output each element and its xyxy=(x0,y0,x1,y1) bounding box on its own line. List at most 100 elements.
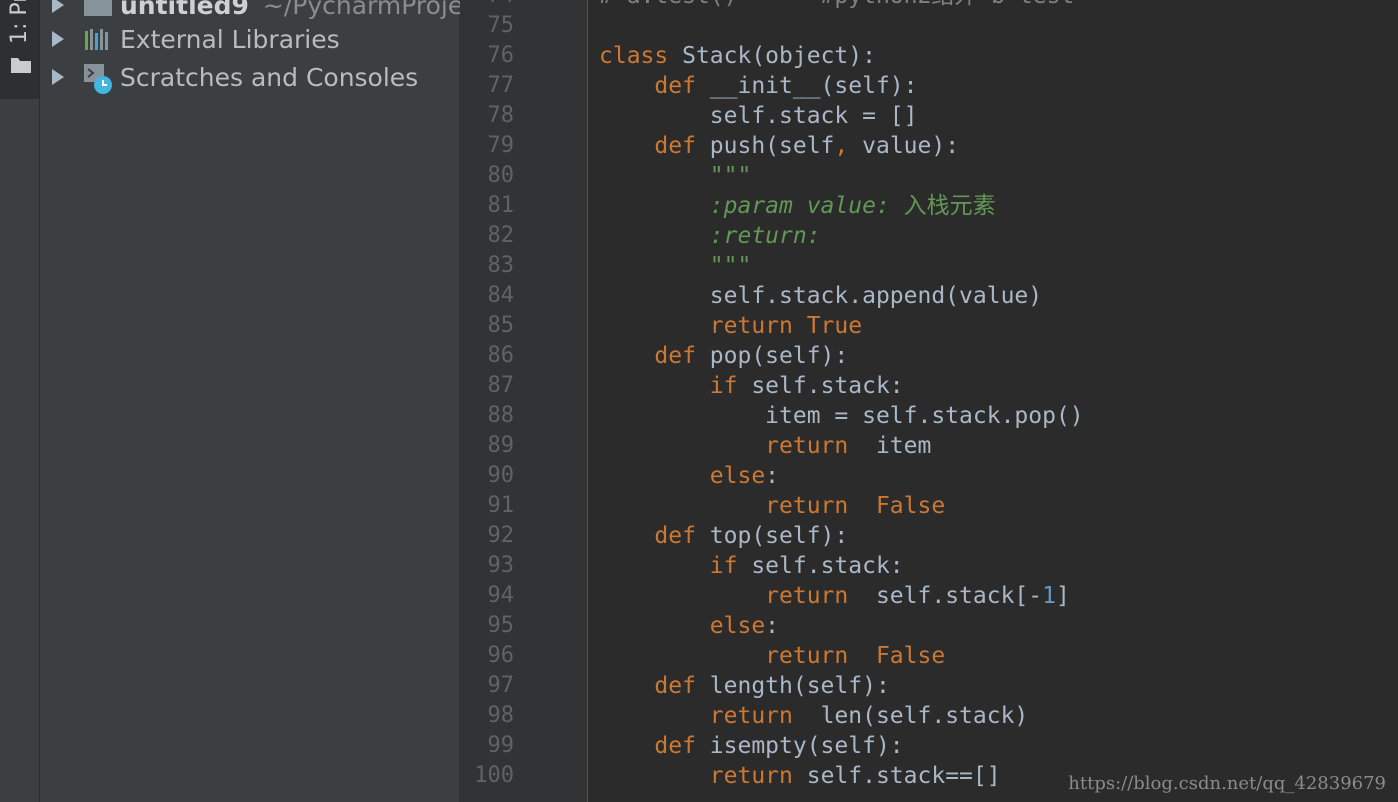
line-number: 86 xyxy=(487,343,515,368)
line-number: 99 xyxy=(487,733,515,758)
tool-window-stripe: 1: Pr xyxy=(0,0,40,802)
code-token: return xyxy=(765,583,849,609)
code-line: return len(self.stack) xyxy=(599,701,1029,731)
folder-icon xyxy=(84,0,112,18)
code-token: self.stack[- xyxy=(848,583,1043,609)
code-line: return self.stack==[] xyxy=(599,761,1001,791)
code-token: value): xyxy=(848,133,960,159)
code-line: return False xyxy=(599,491,945,521)
line-number: 93 xyxy=(487,553,515,578)
line-number: 83 xyxy=(487,253,515,278)
code-token: item = self.stack.pop() xyxy=(599,403,1084,429)
project-tool-tab[interactable]: 1: Pr xyxy=(0,0,39,99)
code-token: return xyxy=(709,703,793,729)
code-line: return item xyxy=(599,431,931,461)
code-token: else xyxy=(709,613,766,639)
project-tool-tab-label: 1: Pr xyxy=(7,0,32,44)
line-number: 100 xyxy=(474,763,514,788)
code-token: : xyxy=(765,463,780,489)
line-number: 97 xyxy=(487,673,515,698)
line-number: 77 xyxy=(487,73,515,98)
code-line: """ xyxy=(599,251,752,281)
code-token: :return: xyxy=(709,223,821,249)
tree-item-scratches[interactable]: Scratches and Consoles xyxy=(40,58,460,96)
code-line: def length(self): xyxy=(599,671,889,701)
line-number: 84 xyxy=(487,283,515,308)
code-token: self.stack: xyxy=(737,373,904,399)
code-line: def pop(self): xyxy=(599,341,848,371)
code-line: return False xyxy=(599,641,945,671)
line-number: 98 xyxy=(487,703,515,728)
line-number: 91 xyxy=(487,493,515,518)
line-number: 85 xyxy=(487,313,515,338)
line-number: 78 xyxy=(487,103,515,128)
code-line: else: xyxy=(599,611,779,641)
code-token: return xyxy=(765,433,849,459)
code-token: def xyxy=(654,73,696,99)
libraries-icon xyxy=(84,26,112,52)
code-token: isempty(self): xyxy=(695,733,904,759)
code-token: 1 xyxy=(1042,583,1056,609)
code-token: """ xyxy=(709,253,752,279)
line-number: 75 xyxy=(487,13,515,38)
code-token: :param value: xyxy=(709,193,890,219)
expand-arrow-icon[interactable] xyxy=(52,69,64,85)
line-number-gutter: 74 75 76 77 78 79 80 81 82 83 84 85 86 87 88 89 90 91 92 93… xyxy=(460,0,588,802)
code-line: def __init__(self): xyxy=(599,71,917,101)
line-number: 81 xyxy=(487,193,515,218)
line-number: 87 xyxy=(487,373,515,398)
code-token: ] xyxy=(1056,583,1070,609)
code-token: len(self.stack) xyxy=(792,703,1029,729)
code-token: return xyxy=(709,763,793,789)
expand-arrow-icon[interactable] xyxy=(52,0,64,13)
line-number: 90 xyxy=(487,463,515,488)
code-line: item = self.stack.pop() xyxy=(599,401,1084,431)
tree-item-external-libraries[interactable]: External Libraries xyxy=(40,20,460,58)
line-number: 79 xyxy=(487,133,515,158)
code-token: def xyxy=(654,673,696,699)
tree-item-label: External Libraries xyxy=(120,24,340,54)
code-token: self.stack.append(value) xyxy=(599,283,1043,309)
code-line: else: xyxy=(599,461,779,491)
line-number: 80 xyxy=(487,163,515,188)
code-token: def xyxy=(654,133,696,159)
line-number: 89 xyxy=(487,433,515,458)
code-line: def top(self): xyxy=(599,521,848,551)
code-token: self.stack==[] xyxy=(792,763,1001,789)
line-number: 96 xyxy=(487,643,515,668)
expand-arrow-icon[interactable] xyxy=(52,31,64,47)
code-token: return False xyxy=(765,643,946,669)
project-panel: untitled9 ~/PycharmProjec External Libra… xyxy=(40,0,460,802)
code-token: if xyxy=(709,553,738,579)
tree-item-path: ~/PycharmProjec xyxy=(262,0,460,20)
code-line: self.stack = [] xyxy=(599,101,918,131)
line-number: 92 xyxy=(487,523,515,548)
code-token: , xyxy=(834,133,849,159)
code-token: def xyxy=(654,523,696,549)
code-line: :return: xyxy=(599,221,821,251)
code-line: return True xyxy=(599,311,862,341)
code-token: 入栈元素 xyxy=(889,193,996,219)
code-token: self.stack = [] xyxy=(599,103,918,129)
code-token: top(self): xyxy=(695,523,849,549)
code-line: class Stack(object): xyxy=(599,41,876,71)
code-token: return True xyxy=(709,313,863,339)
folder-icon xyxy=(11,58,31,73)
tree-item-label: untitled9 xyxy=(120,0,249,20)
code-token: def xyxy=(654,733,696,759)
code-editor[interactable]: # a.test() #python2结外 b test class Stack(… xyxy=(588,0,1398,802)
